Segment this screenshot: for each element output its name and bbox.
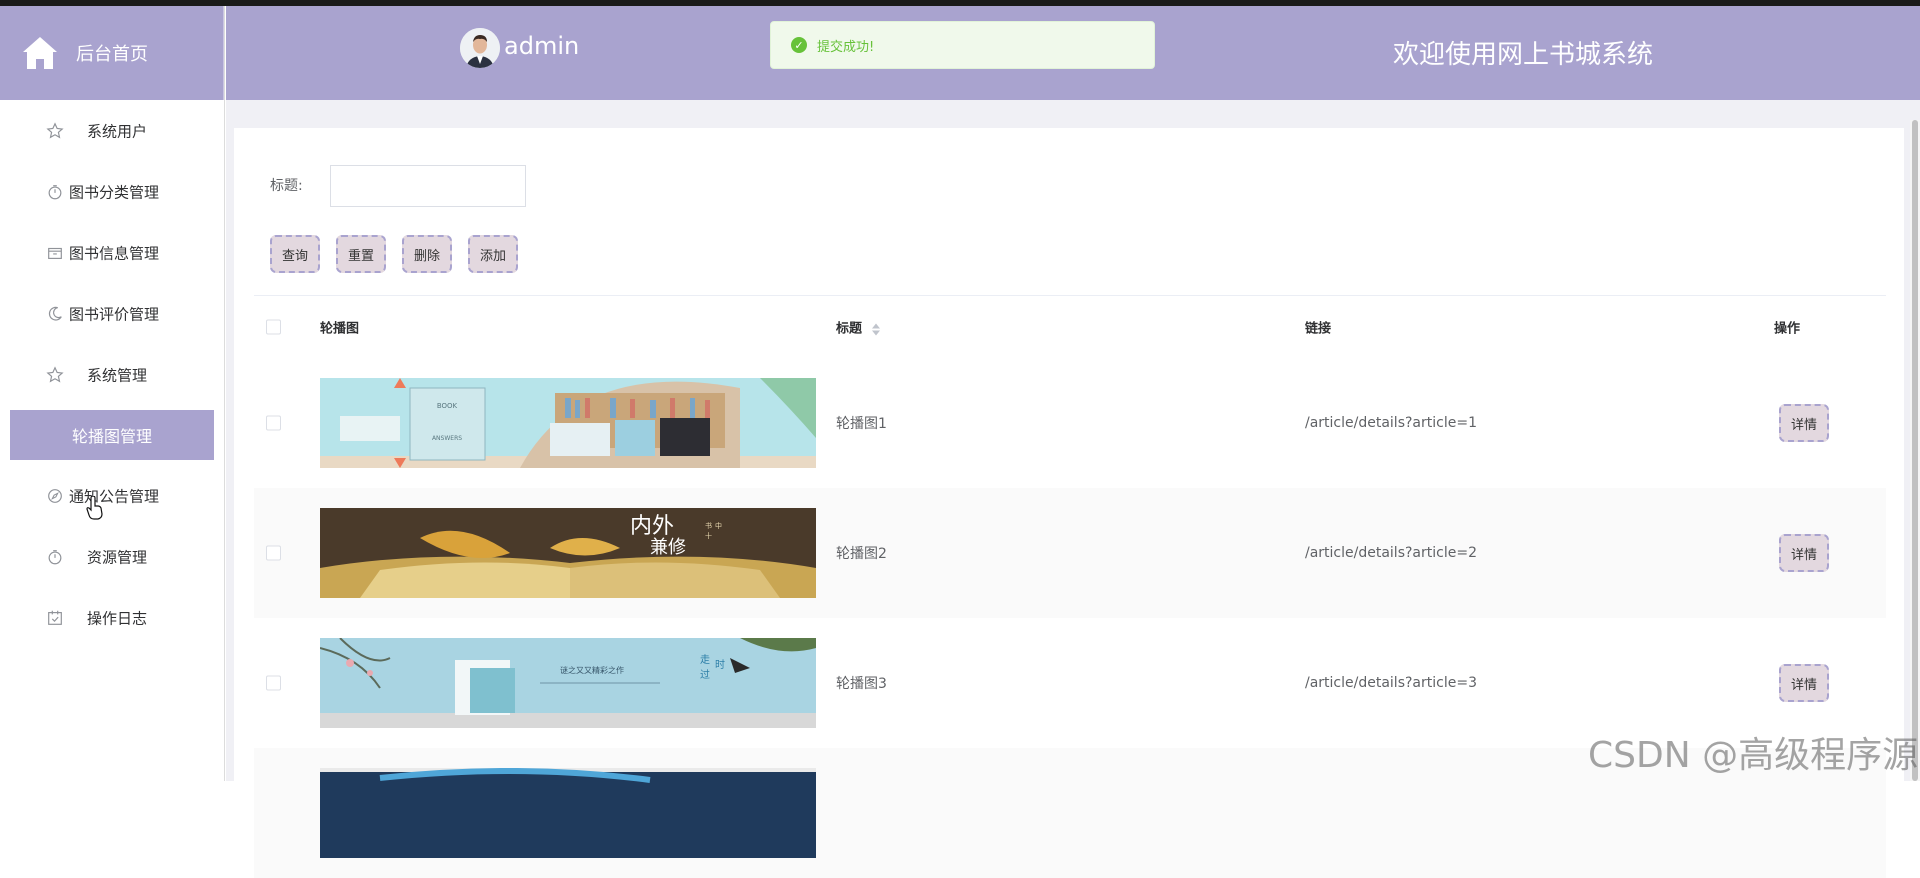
sidebar-item-label: 资源管理 xyxy=(86,548,147,566)
sidebar-item-label: 操作日志 xyxy=(86,609,147,627)
carousel-image[interactable]: 内外 兼修 书十中 xyxy=(320,508,816,598)
column-header-link: 链接 xyxy=(1305,321,1332,337)
row-link: /article/details?article=2 xyxy=(1305,545,1477,561)
sidebar-item-label: 图书信息管理 xyxy=(69,244,160,262)
sidebar-item-label: 系统管理 xyxy=(86,366,147,384)
row-checkbox[interactable] xyxy=(266,675,281,691)
watermark: CSDN @高级程序源 xyxy=(1588,735,1919,776)
sidebar-item-carousel[interactable]: 轮播图管理 xyxy=(10,410,214,460)
sidebar-item-book-info[interactable]: 图书信息管理 xyxy=(0,222,224,283)
title-filter-input[interactable] xyxy=(330,165,526,207)
carousel-image[interactable] xyxy=(320,768,816,858)
title-filter-label: 标题: xyxy=(270,178,303,194)
svg-text:ANSWERS: ANSWERS xyxy=(432,435,462,442)
svg-text:BOOK: BOOK xyxy=(437,402,458,410)
svg-text:过: 过 xyxy=(700,668,710,681)
svg-text:兼修: 兼修 xyxy=(650,537,686,558)
detail-button[interactable]: 详情 xyxy=(1779,404,1829,442)
sidebar-item-label: 通知公告管理 xyxy=(69,487,160,505)
sidebar-item-system-settings[interactable]: 系统管理 xyxy=(0,344,224,405)
username[interactable]: admin xyxy=(504,32,579,60)
home-link[interactable]: 后台首页 xyxy=(0,6,224,100)
user-avatar[interactable] xyxy=(460,28,500,68)
detail-button[interactable]: 详情 xyxy=(1779,664,1829,702)
sidebar-item-system-users[interactable]: 系统用户 xyxy=(0,100,224,161)
delete-button[interactable]: 删除 xyxy=(402,235,452,273)
table-header: 轮播图 标题 链接 操作 xyxy=(254,295,1886,358)
carousel-image[interactable]: BOOK ANSWERS xyxy=(320,378,816,468)
check-circle-icon: ✓ xyxy=(791,37,807,53)
row-title: 轮播图1 xyxy=(836,416,887,432)
row-title: 轮播图2 xyxy=(836,546,887,562)
sidebar: 后台首页 系统用户 图书分类管理 图书信息管理 图书评价管理 系统管理 轮播图管… xyxy=(0,6,225,781)
table-row: 内外 兼修 书十中 轮播图2 /article/details?article=2… xyxy=(254,488,1886,618)
add-button[interactable]: 添加 xyxy=(468,235,518,273)
table-row: BOOK ANSWERS 轮播图1 /article/details?artic… xyxy=(254,358,1886,488)
select-all-checkbox[interactable] xyxy=(266,319,281,335)
sidebar-item-label: 系统用户 xyxy=(86,122,147,140)
sidebar-item-label: 图书分类管理 xyxy=(69,183,160,201)
home-label: 后台首页 xyxy=(76,44,148,65)
svg-text:十: 十 xyxy=(705,531,712,540)
svg-text:中: 中 xyxy=(715,521,722,530)
svg-text:内外: 内外 xyxy=(630,514,674,539)
sidebar-menu: 系统用户 图书分类管理 图书信息管理 图书评价管理 系统管理 轮播图管理 通知公… xyxy=(0,100,224,648)
scrollbar-thumb[interactable] xyxy=(1912,120,1918,781)
row-link: /article/details?article=1 xyxy=(1305,415,1477,431)
row-checkbox[interactable] xyxy=(266,415,281,431)
svg-text:书: 书 xyxy=(705,521,712,530)
query-button[interactable]: 查询 xyxy=(270,235,320,273)
mouse-cursor-icon xyxy=(86,496,103,520)
detail-button[interactable]: 详情 xyxy=(1779,534,1829,572)
sidebar-item-label: 图书评价管理 xyxy=(69,305,160,323)
sidebar-item-resources[interactable]: 资源管理 xyxy=(0,526,224,587)
sidebar-item-book-review[interactable]: 图书评价管理 xyxy=(0,283,224,344)
carousel-table: 轮播图 标题 链接 操作 BOOK ANSWERS 轮播图1 /article/… xyxy=(254,295,1886,878)
svg-text:时: 时 xyxy=(715,659,725,671)
sort-icon[interactable] xyxy=(871,322,881,336)
row-checkbox[interactable] xyxy=(266,545,281,561)
welcome-title: 欢迎使用网上书城系统 xyxy=(1393,40,1654,70)
column-header-actions: 操作 xyxy=(1774,321,1801,337)
home-icon xyxy=(23,37,57,69)
sidebar-item-announcement[interactable]: 通知公告管理 xyxy=(0,465,224,526)
svg-text:谜之又又精彩之作: 谜之又又精彩之作 xyxy=(560,665,624,675)
success-toast: ✓ 提交成功! xyxy=(770,21,1155,69)
svg-text:走: 走 xyxy=(700,654,710,666)
toast-message: 提交成功! xyxy=(817,39,875,55)
column-header-image: 轮播图 xyxy=(320,321,360,337)
carousel-image[interactable]: 谜之又又精彩之作 走过时 xyxy=(320,638,816,728)
sidebar-item-label: 轮播图管理 xyxy=(71,427,152,446)
row-title: 轮播图3 xyxy=(836,676,887,692)
column-header-title[interactable]: 标题 xyxy=(836,318,881,337)
column-header-title-label: 标题 xyxy=(836,321,863,337)
sidebar-item-book-category[interactable]: 图书分类管理 xyxy=(0,161,224,222)
sidebar-item-operation-log[interactable]: 操作日志 xyxy=(0,587,224,648)
top-header: admin ✓ 提交成功! 欢迎使用网上书城系统 xyxy=(226,6,1920,100)
reset-button[interactable]: 重置 xyxy=(336,235,386,273)
row-link: /article/details?article=3 xyxy=(1305,675,1477,691)
